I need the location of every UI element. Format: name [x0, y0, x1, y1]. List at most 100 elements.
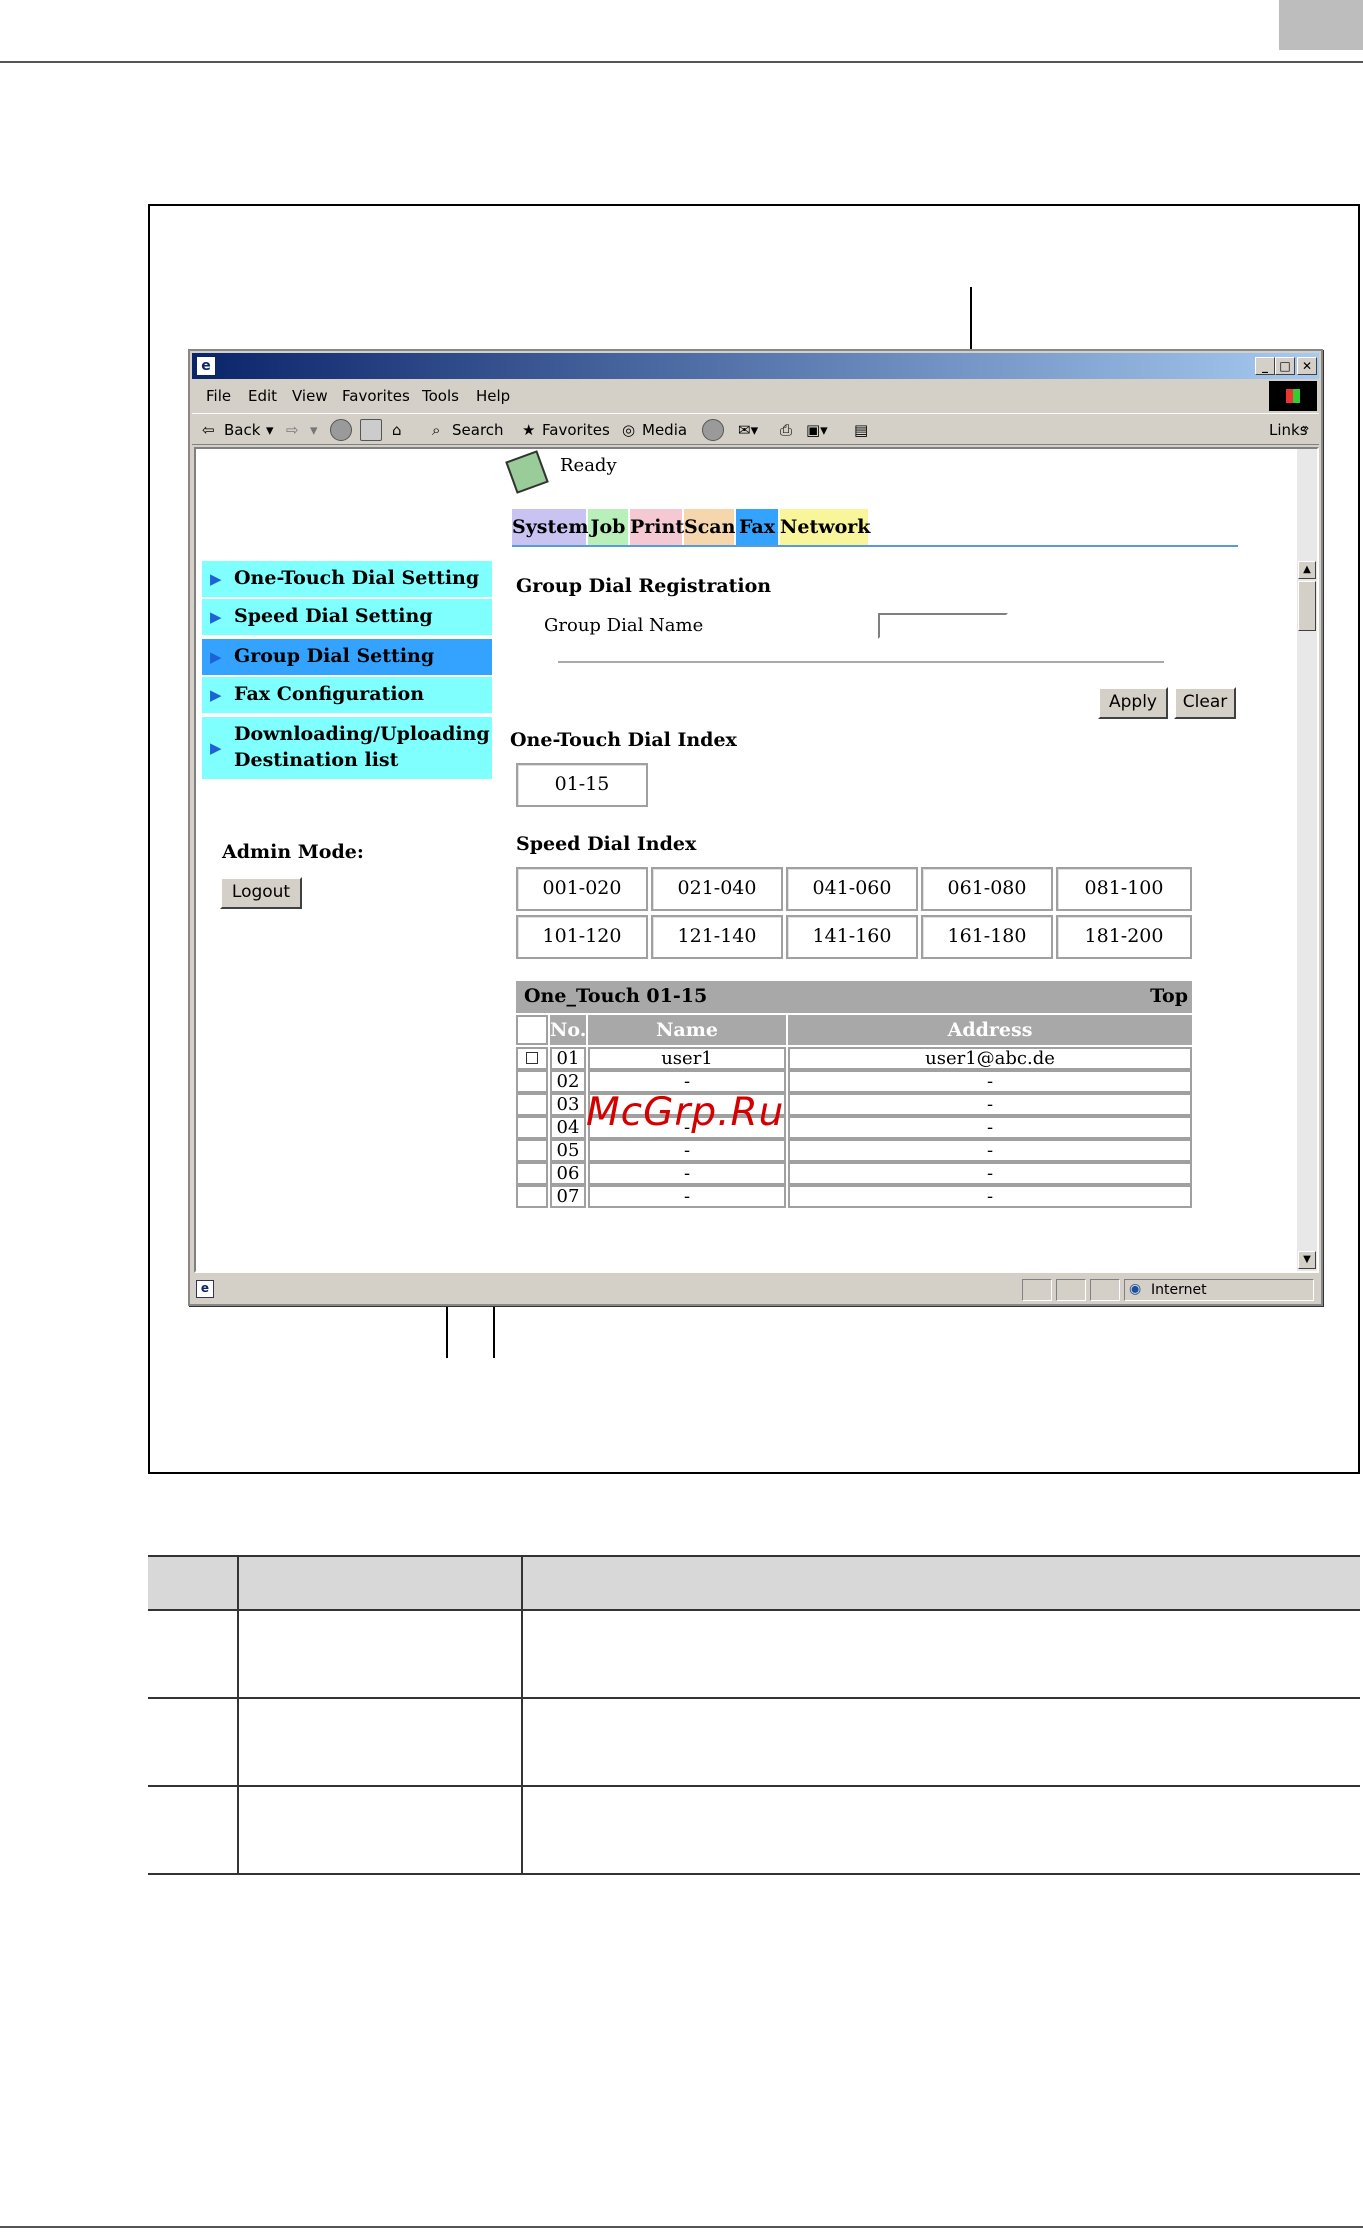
menu-favorites[interactable]: Favorites	[342, 387, 410, 405]
one-touch-index-01-15[interactable]: 01-15	[516, 763, 648, 807]
search-button[interactable]: Search	[452, 421, 504, 439]
mail-icon[interactable]: ✉▾	[738, 421, 758, 439]
watermark-text: McGrp.Ru	[586, 1090, 785, 1135]
speed-index-title: Speed Dial Index	[516, 833, 697, 855]
nav-group-dial-setting[interactable]: ▶ Group Dial Setting	[202, 639, 492, 675]
tab-system[interactable]: System	[512, 509, 588, 545]
row-checkbox-cell	[516, 1185, 548, 1208]
discuss-icon[interactable]: ▤	[854, 421, 868, 439]
favorites-icon[interactable]: ★	[522, 421, 535, 439]
table-cell	[237, 1786, 522, 1875]
media-button[interactable]: Media	[642, 421, 687, 439]
table-cell	[237, 1698, 522, 1787]
title-bar: e _ □ ✕	[192, 353, 1319, 379]
windows-logo-icon	[1269, 381, 1317, 411]
one-touch-index-title: One-Touch Dial Index	[510, 729, 737, 751]
speed-index-121-140[interactable]: 121-140	[651, 915, 783, 959]
speed-index-041-060[interactable]: 041-060	[786, 867, 918, 911]
ie-icon: e	[196, 356, 216, 376]
list-top-link[interactable]: Top	[1150, 985, 1188, 1007]
speed-index-101-120[interactable]: 101-120	[516, 915, 648, 959]
row-checkbox-cell	[516, 1047, 548, 1070]
nav-arrow-icon: ▶	[210, 648, 222, 666]
back-button[interactable]: Back	[224, 421, 260, 439]
stop-icon[interactable]	[330, 419, 352, 441]
media-icon[interactable]: ◎	[622, 421, 635, 439]
nav-one-touch-dial-setting[interactable]: ▶ One-Touch Dial Setting	[202, 561, 492, 597]
tab-fax-label: Fax	[738, 516, 776, 538]
scroll-up-icon[interactable]: ▲	[1298, 561, 1316, 579]
tab-network[interactable]: Network	[780, 509, 870, 545]
print-icon[interactable]: ⎙	[780, 421, 792, 439]
tab-job[interactable]: Job	[588, 509, 628, 545]
speed-index-161-180[interactable]: 161-180	[921, 915, 1053, 959]
row-checkbox[interactable]	[526, 1052, 538, 1064]
table-cell	[148, 1610, 238, 1699]
clear-button[interactable]: Clear	[1174, 687, 1236, 719]
speed-index-081-100[interactable]: 081-100	[1056, 867, 1192, 911]
table-header-cell	[237, 1555, 522, 1611]
row-name: user1	[588, 1047, 786, 1070]
table-row	[148, 1610, 1360, 1699]
speed-index-021-040[interactable]: 021-040	[651, 867, 783, 911]
row-no: 03	[550, 1093, 586, 1116]
table-cell	[521, 1610, 1360, 1699]
tab-underline	[512, 545, 1238, 547]
forward-dropdown-icon[interactable]: ▾	[310, 421, 318, 439]
maximize-button[interactable]: □	[1275, 357, 1295, 375]
speed-index-141-160[interactable]: 141-160	[786, 915, 918, 959]
edit-icon[interactable]: ▣▾	[806, 421, 828, 439]
table-cell	[148, 1698, 238, 1787]
page-corner-tab	[1279, 0, 1363, 50]
group-dial-name-label: Group Dial Name	[544, 615, 704, 636]
row-checkbox-cell	[516, 1116, 548, 1139]
chevron-right-icon[interactable]: »	[1302, 421, 1309, 435]
scroll-down-icon[interactable]: ▼	[1298, 1251, 1316, 1269]
menu-view[interactable]: View	[292, 387, 328, 405]
vertical-scrollbar[interactable]: ▲ ▼	[1297, 449, 1317, 1271]
history-icon[interactable]	[702, 419, 724, 441]
nav-arrow-icon: ▶	[210, 608, 222, 626]
table-header-cell	[148, 1555, 238, 1611]
header-no: No.	[550, 1015, 586, 1045]
speed-index-181-200[interactable]: 181-200	[1056, 915, 1192, 959]
header-checkbox-cell	[516, 1015, 548, 1045]
speed-index-061-080[interactable]: 061-080	[921, 867, 1053, 911]
row-address: user1@abc.de	[788, 1047, 1192, 1070]
close-button[interactable]: ✕	[1297, 357, 1317, 375]
speed-index-001-020[interactable]: 001-020	[516, 867, 648, 911]
row-no: 07	[550, 1185, 586, 1208]
home-icon[interactable]: ⌂	[392, 421, 402, 439]
page-icon: e	[196, 1280, 214, 1298]
header-name: Name	[588, 1015, 786, 1045]
refresh-icon[interactable]	[360, 419, 382, 441]
forward-icon[interactable]: ⇨	[286, 421, 299, 439]
menu-help[interactable]: Help	[476, 387, 510, 405]
nav-downloading-uploading[interactable]: ▶ Downloading/Uploading Destination list	[202, 717, 492, 779]
toolbar: ⇦ Back ▾ ⇨ ▾ ⌂ ⌕ Search ★ Favorites ◎ Me…	[192, 413, 1319, 445]
minimize-button[interactable]: _	[1255, 357, 1275, 375]
tab-scan[interactable]: Scan	[684, 509, 735, 545]
list-title-bar: One_Touch 01-15 Top	[516, 981, 1192, 1013]
tab-print-label: Print	[630, 516, 685, 538]
menu-file[interactable]: File	[206, 387, 231, 405]
menu-tools[interactable]: Tools	[422, 387, 459, 405]
row-name: -	[588, 1185, 786, 1208]
back-arrow-icon[interactable]: ⇦	[202, 421, 215, 439]
search-icon[interactable]: ⌕	[432, 421, 440, 439]
favorites-button[interactable]: Favorites	[542, 421, 610, 439]
scroll-thumb[interactable]	[1298, 581, 1316, 631]
group-dial-name-input[interactable]	[878, 613, 1008, 639]
back-dropdown-icon[interactable]: ▾	[266, 421, 274, 439]
row-checkbox-cell	[516, 1070, 548, 1093]
status-cell	[1022, 1279, 1052, 1301]
nav-fax-configuration[interactable]: ▶ Fax Configuration	[202, 677, 492, 713]
nav-speed-dial-setting[interactable]: ▶ Speed Dial Setting	[202, 599, 492, 635]
row-address: -	[788, 1093, 1192, 1116]
apply-button[interactable]: Apply	[1098, 687, 1168, 719]
logout-button[interactable]: Logout	[220, 877, 302, 909]
menu-edit[interactable]: Edit	[248, 387, 277, 405]
tab-print[interactable]: Print	[630, 509, 685, 545]
tab-fax[interactable]: Fax	[736, 509, 778, 545]
nav-label: Fax Configuration	[234, 683, 425, 705]
